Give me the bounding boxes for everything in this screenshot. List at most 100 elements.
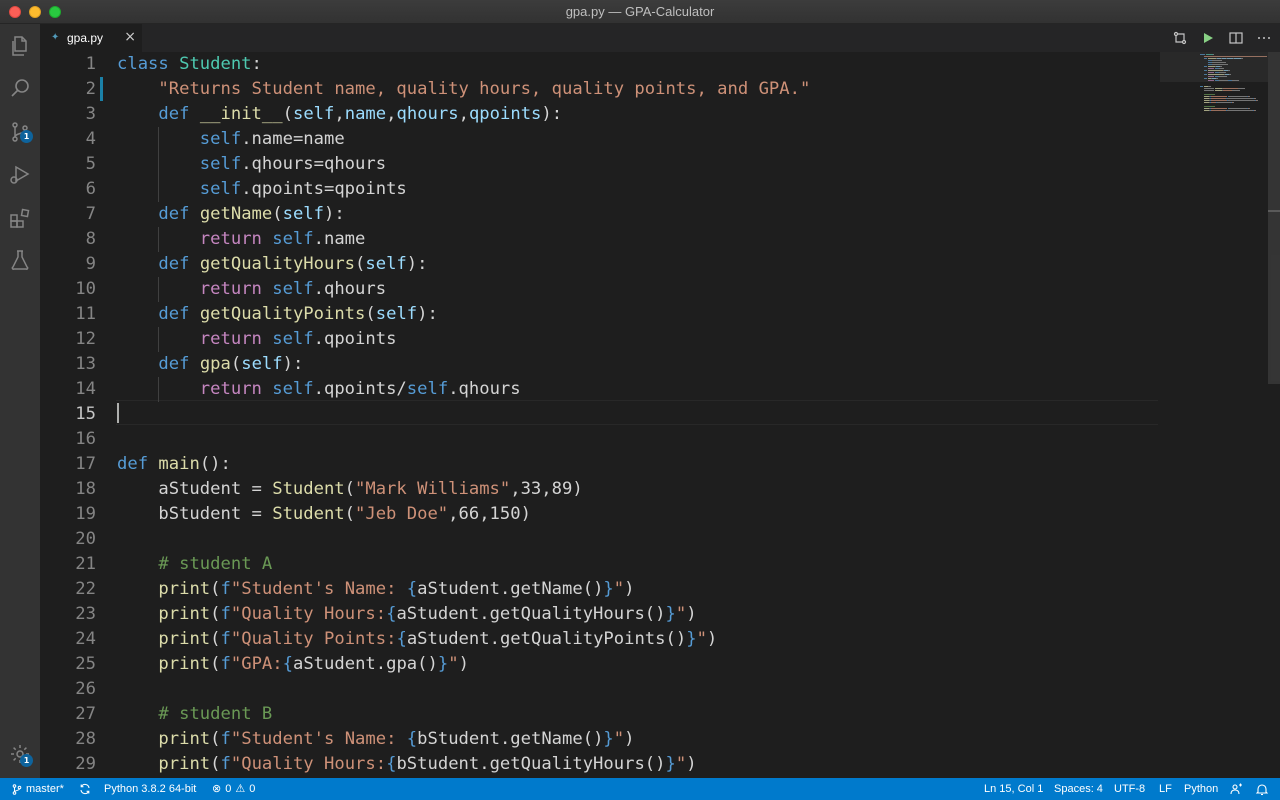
code-token: print [158, 629, 211, 649]
code-token: "Mark Williams" [355, 479, 511, 499]
problems-indicator[interactable]: ⊗ 0 ⚠ 0 [212, 778, 255, 800]
code-line[interactable]: 17 def main(): [40, 452, 1160, 477]
code-token: self [272, 229, 314, 249]
code-token: } [665, 604, 676, 624]
code-token: self [241, 354, 283, 374]
line-number: 10 [75, 279, 96, 299]
minimap-token [1211, 110, 1226, 111]
code-token: self [292, 104, 335, 124]
line-ending[interactable]: LF [1159, 778, 1172, 800]
code-line[interactable]: 13 def gpa(self): [40, 352, 1160, 377]
vertical-scrollbar[interactable] [1268, 52, 1280, 384]
code-text: def getQualityPoints(self): [117, 302, 437, 327]
code-line[interactable]: 26 [40, 677, 1160, 702]
code-line[interactable]: 20 [40, 527, 1160, 552]
extensions-icon[interactable] [0, 196, 40, 240]
notifications-bell-icon[interactable] [1256, 778, 1268, 800]
code-line[interactable]: 5 self.qhours=qhours [40, 152, 1160, 177]
minimap-token [1215, 90, 1222, 91]
code-line[interactable]: 15 [40, 402, 1160, 427]
code-line[interactable]: 25 print(f"GPA:{aStudent.gpa()}") [40, 652, 1160, 677]
code-line[interactable]: 9 def getQualityHours(self): [40, 252, 1160, 277]
code-token: ) [686, 754, 697, 774]
split-editor-icon[interactable] [1228, 30, 1244, 46]
code-token: return [199, 379, 273, 399]
source-control-icon[interactable] [0, 110, 40, 154]
code-line[interactable]: 18 aStudent = Student("Mark Williams",33… [40, 477, 1160, 502]
cursor-position[interactable]: Ln 15, Col 1 [984, 778, 1043, 800]
code-line[interactable]: 21 # student A [40, 552, 1160, 577]
code-line[interactable]: 22 print(f"Student's Name: {aStudent.get… [40, 577, 1160, 602]
code-line[interactable]: 6 self.qpoints=qpoints [40, 177, 1160, 202]
line-number: 7 [85, 204, 96, 224]
window-title: gpa.py — GPA-Calculator [565, 4, 715, 19]
code-token: print [158, 654, 211, 674]
code-line[interactable]: 8 return self.name [40, 227, 1160, 252]
settings-gear-icon[interactable] [0, 732, 40, 776]
tab-gpa-py[interactable]: ✦ gpa.py × [40, 24, 142, 52]
code-line[interactable]: 19 bStudent = Student("Jeb Doe",66,150) [40, 502, 1160, 527]
code-line[interactable]: 12 return self.qpoints [40, 327, 1160, 352]
testing-icon[interactable] [0, 238, 40, 282]
tab-close-icon[interactable]: × [124, 29, 136, 45]
line-number: 29 [75, 754, 96, 774]
explorer-icon[interactable] [0, 24, 40, 68]
code-token: print [158, 729, 211, 749]
code-token: bStudent.getQualityHours() [396, 754, 666, 774]
code-line[interactable]: 3 def __init__(self,name,qhours,qpoints)… [40, 102, 1160, 127]
code-line[interactable]: 23 print(f"Quality Hours:{aStudent.getQu… [40, 602, 1160, 627]
code-token: ( [344, 504, 356, 524]
code-token: def [158, 354, 200, 374]
code-token: self [272, 279, 314, 299]
run-debug-icon[interactable] [0, 152, 40, 196]
code-token: ) [706, 629, 718, 649]
feedback-icon[interactable] [1230, 778, 1243, 800]
status-bar: master* Python 3.8.2 64-bit ⊗ 0 ⚠ 0 Ln 1… [0, 778, 1280, 800]
code-token: f [220, 579, 231, 599]
code-token: self [406, 379, 449, 399]
code-token: ) [624, 729, 635, 749]
code-editor[interactable]: 1 class Student: 2 "Returns Student name, … [40, 52, 1280, 778]
search-icon[interactable] [0, 66, 40, 110]
language-mode[interactable]: Python [1184, 778, 1218, 800]
sync-icon[interactable] [79, 778, 91, 800]
more-actions-icon[interactable] [1256, 30, 1272, 46]
code-token: return [199, 329, 273, 349]
code-text: print(f"Quality Hours:{bStudent.getQuali… [117, 752, 697, 777]
git-branch[interactable]: master* [12, 778, 64, 800]
code-line[interactable]: 10 return self.qhours [40, 277, 1160, 302]
minimap-viewport[interactable] [1160, 52, 1268, 82]
code-line[interactable]: 4 self.name=name [40, 127, 1160, 152]
code-token: ( [210, 654, 221, 674]
code-line[interactable]: 7 def getName(self): [40, 202, 1160, 227]
encoding[interactable]: UTF-8 [1114, 778, 1145, 800]
code-token: Student [272, 504, 345, 524]
minimap-token [1208, 86, 1211, 87]
code-token: ) [686, 604, 697, 624]
python-interpreter[interactable]: Python 3.8.2 64-bit [104, 778, 196, 800]
code-token: self [199, 154, 242, 174]
code-text: print(f"Student's Name: {aStudent.getNam… [117, 577, 634, 602]
code-line[interactable]: 1 class Student: [40, 52, 1160, 77]
code-line[interactable]: 2 "Returns Student name, quality hours, … [40, 77, 1160, 102]
minimap-token [1249, 108, 1250, 109]
minimap-token [1229, 108, 1247, 109]
code-line[interactable]: 28 print(f"Student's Name: {bStudent.get… [40, 727, 1160, 752]
code-line[interactable]: 11 def getQualityPoints(self): [40, 302, 1160, 327]
code-text: return self.name [117, 227, 366, 252]
code-line[interactable]: 24 print(f"Quality Points:{aStudent.getQ… [40, 627, 1160, 652]
code-token: { [386, 754, 397, 774]
code-line[interactable]: 14 return self.qpoints/self.qhours [40, 377, 1160, 402]
code-text: self.qpoints=qpoints [117, 177, 407, 202]
open-changes-icon[interactable] [1172, 30, 1188, 46]
code-line[interactable]: 16 [40, 427, 1160, 452]
python-file-icon: ✦ [51, 32, 60, 43]
code-line[interactable]: 29 print(f"Quality Hours:{bStudent.getQu… [40, 752, 1160, 777]
indentation[interactable]: Spaces: 4 [1054, 778, 1103, 800]
code-line[interactable]: 27 # student B [40, 702, 1160, 727]
run-file-icon[interactable] [1200, 30, 1216, 46]
line-number: 18 [75, 479, 96, 499]
